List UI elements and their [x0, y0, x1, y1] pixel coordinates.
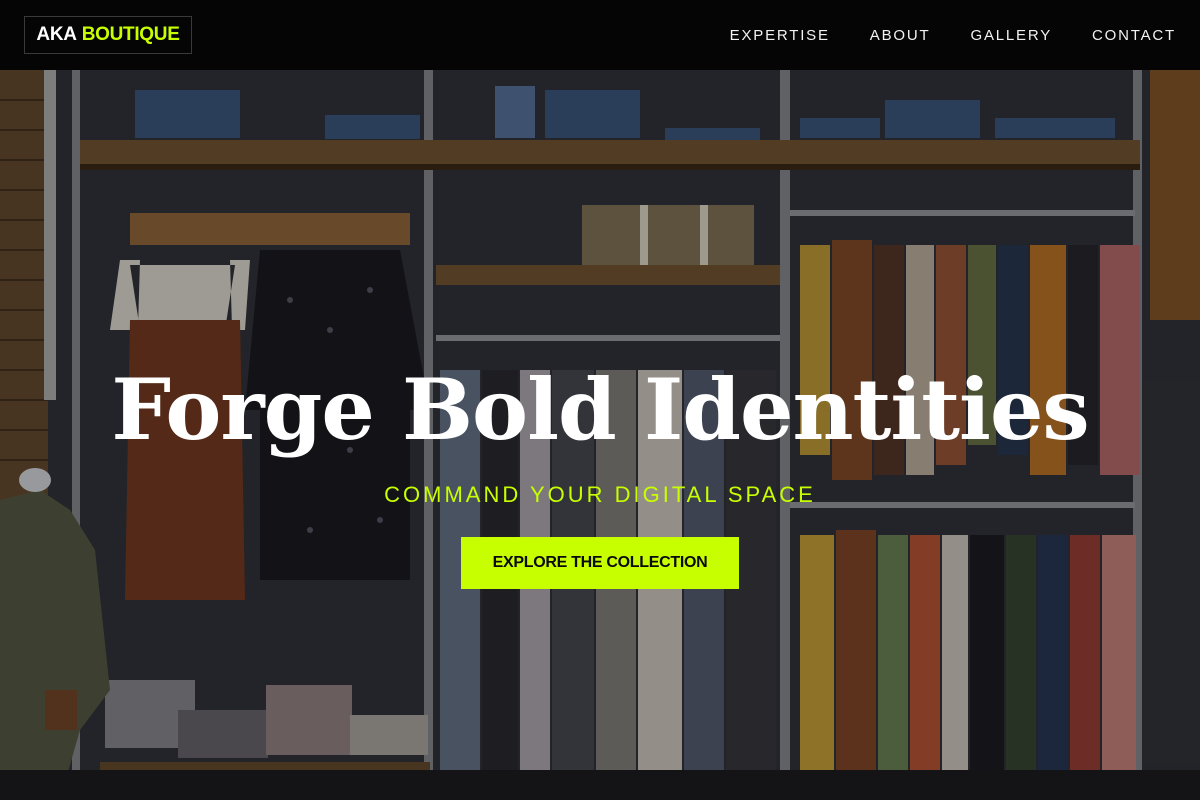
nav-item-contact[interactable]: CONTACT: [1092, 27, 1176, 44]
site-header: AKA BOUTIQUE EXPERTISE ABOUT GALLERY CON…: [0, 0, 1200, 70]
hero-subtitle: COMMAND YOUR DIGITAL SPACE: [384, 482, 816, 507]
hero-title: Forge Bold Identities: [111, 360, 1089, 459]
brand-logo[interactable]: AKA BOUTIQUE: [24, 16, 192, 54]
nav-item-about[interactable]: ABOUT: [870, 27, 931, 44]
hero-section: Forge Bold Identities COMMAND YOUR DIGIT…: [0, 70, 1200, 800]
brand-logo-accent: BOUTIQUE: [81, 24, 180, 45]
nav-item-gallery[interactable]: GALLERY: [970, 27, 1052, 44]
nav-item-expertise[interactable]: EXPERTISE: [730, 27, 830, 44]
main-nav: EXPERTISE ABOUT GALLERY CONTACT: [690, 0, 1176, 70]
brand-logo-primary: AKA: [36, 24, 77, 45]
explore-collection-button[interactable]: EXPLORE THE COLLECTION: [461, 537, 739, 589]
